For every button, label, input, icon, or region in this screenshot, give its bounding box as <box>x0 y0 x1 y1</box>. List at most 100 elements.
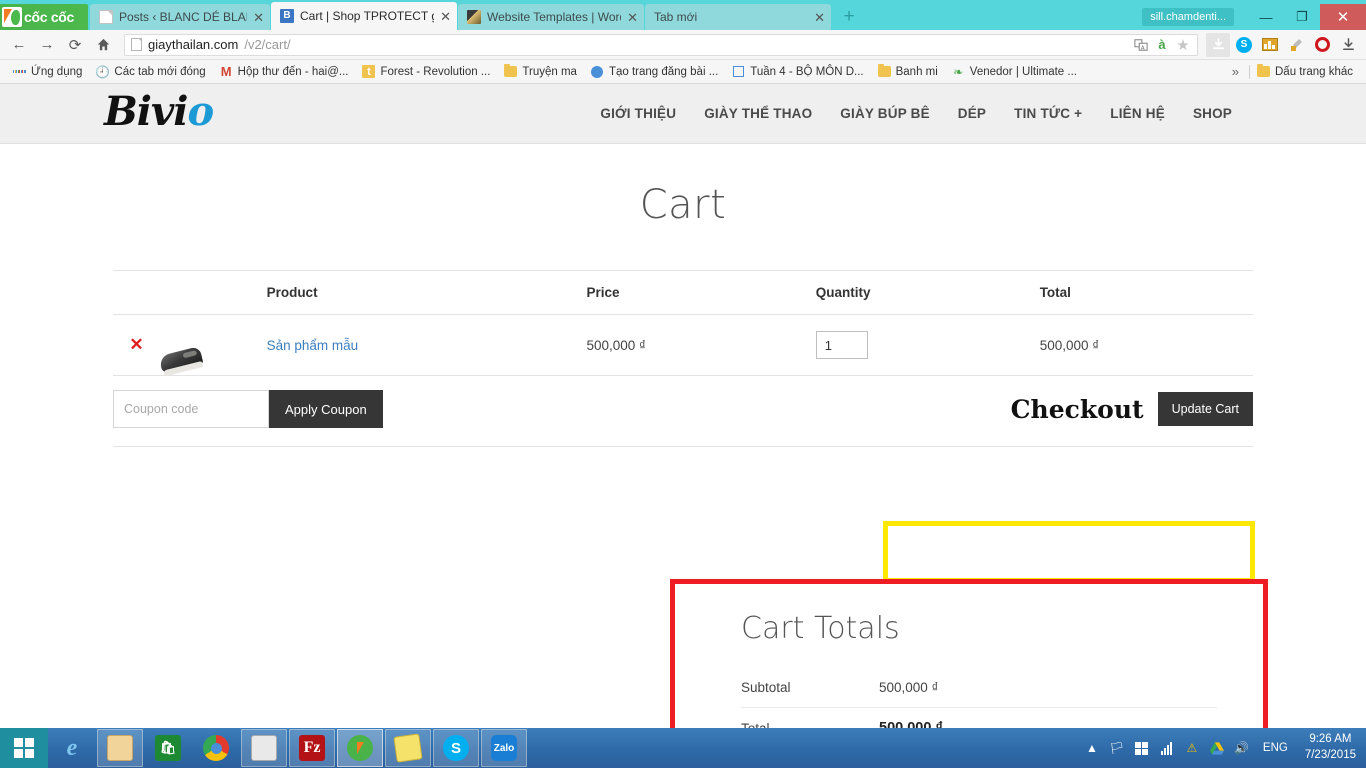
forward-icon[interactable]: → <box>34 32 60 58</box>
browser-tab-3[interactable]: Website Templates | Word ✕ <box>458 4 644 30</box>
bookmark-tuan4[interactable]: Tuần 4 - BỘ MÔN D... <box>725 65 870 78</box>
close-icon[interactable]: ✕ <box>253 11 264 24</box>
back-icon[interactable]: ← <box>6 32 32 58</box>
bookmark-gmail[interactable]: M Hộp thư đến - hai@... <box>213 64 356 79</box>
windows-flag-icon[interactable] <box>1134 740 1150 756</box>
total-value: 500,000 ₫ <box>879 720 943 728</box>
taskbar-chrome-window[interactable] <box>241 729 287 767</box>
translate-icon[interactable]: A <box>1133 37 1149 53</box>
page-info-icon[interactable] <box>131 38 142 51</box>
bookmark-venedor[interactable]: ❧ Venedor | Ultimate ... <box>945 65 1084 79</box>
taskbar-internet-explorer[interactable]: e <box>49 729 95 767</box>
bookmark-label: Tuần 4 - BỘ MÔN D... <box>750 65 864 78</box>
restore-button[interactable]: ❐ <box>1284 4 1320 30</box>
nav-item-lien-he[interactable]: LIÊN HỆ <box>1110 106 1165 121</box>
bookmark-tao-trang[interactable]: Tạo trang đăng bài ... <box>584 65 725 78</box>
download-icon[interactable] <box>1336 33 1360 57</box>
eyedropper-icon[interactable] <box>1284 33 1308 57</box>
volume-icon[interactable]: 🔊 <box>1234 740 1250 756</box>
close-icon[interactable]: ✕ <box>440 10 451 23</box>
taskbar-skype[interactable]: S <box>433 729 479 767</box>
nav-item-gioi-thieu[interactable]: GIỚI THIỆU <box>600 106 676 121</box>
cell-product: Sản phẩm mẫu <box>266 314 587 376</box>
site-logo[interactable]: Bivio <box>104 88 214 135</box>
quantity-input[interactable] <box>815 331 868 359</box>
browser-tab-4[interactable]: Tab mới ✕ <box>645 4 831 30</box>
nav-item-shop[interactable]: SHOP <box>1193 106 1232 121</box>
update-cart-button[interactable]: Update Cart <box>1157 392 1253 426</box>
coupon-code-input[interactable] <box>113 390 269 428</box>
skype-icon[interactable]: S <box>1232 33 1256 57</box>
windows-store-icon: 🛍 <box>155 735 181 761</box>
logo-text: Bivi <box>104 88 188 135</box>
total-row: Total 500,000 ₫ <box>741 708 1217 728</box>
bookmark-forest[interactable]: t Forest - Revolution ... <box>355 65 497 78</box>
stop-block-icon[interactable] <box>1310 33 1334 57</box>
taskbar-google-chrome[interactable] <box>193 729 239 767</box>
account-chip[interactable]: sill.chamdenti... <box>1142 8 1234 26</box>
bookmark-banh-mi[interactable]: Banh mi <box>871 64 945 78</box>
reload-icon[interactable]: ⟳ <box>62 32 88 58</box>
bookmark-recent-tabs[interactable]: 🕘 Các tab mới đóng <box>89 64 212 79</box>
cart-actions-row: Apply Coupon Checkout Update Cart <box>113 375 1253 447</box>
zalo-icon: Zalo <box>491 735 517 761</box>
windows-taskbar: e 🛍 Fz S Zalo ▲ 🏳 ⚠ 🔊 ENG 9:26 AM 7/23/2… <box>0 728 1366 768</box>
bookmark-truyen-ma[interactable]: Truyện ma <box>497 64 584 78</box>
google-drive-icon[interactable] <box>1209 740 1225 756</box>
action-center-icon[interactable]: 🏳 <box>1109 740 1125 756</box>
bookmarks-bar: Ứng dụng 🕘 Các tab mới đóng M Hộp thư đế… <box>0 60 1366 84</box>
bookmark-other[interactable]: Dấu trang khác <box>1250 64 1360 78</box>
cell-total: 500,000 ₫ <box>1039 314 1253 376</box>
apply-coupon-button[interactable]: Apply Coupon <box>269 390 383 428</box>
taskbar-sticky-notes[interactable] <box>385 729 431 767</box>
table-header-row: Product Price Quantity Total <box>113 270 1253 315</box>
browser-window: cốc cốc Posts ‹ BLANC DÉ BLANC \ ✕ B Car… <box>0 0 1366 728</box>
site-nav: GIỚI THIỆU GIÀY THỂ THAO GIÀY BÚP BÊ DÉP… <box>600 106 1342 121</box>
apps-grid-icon <box>12 65 27 78</box>
col-header-total: Total <box>1039 270 1253 315</box>
table-row: ✕ Sản phẩm mẫu 500,000 ₫ 500,000 ₫ <box>113 314 1253 376</box>
taskbar-zalo[interactable]: Zalo <box>481 729 527 767</box>
bookmark-apps[interactable]: Ứng dụng <box>6 65 89 78</box>
bookmarks-overflow-button[interactable]: » <box>1222 64 1249 79</box>
tab-strip: cốc cốc Posts ‹ BLANC DÉ BLANC \ ✕ B Car… <box>0 0 1366 30</box>
taskbar-file-explorer[interactable] <box>97 729 143 767</box>
network-signal-icon[interactable] <box>1159 740 1175 756</box>
download-page-icon[interactable] <box>1206 32 1230 57</box>
coccoc-brand-button[interactable]: cốc cốc <box>0 4 88 30</box>
nav-item-tin-tuc[interactable]: TIN TỨC + <box>1014 106 1082 121</box>
yellow-highlight-box <box>883 521 1255 583</box>
history-icon: 🕘 <box>95 64 111 79</box>
window-controls: sill.chamdenti... — ❐ ✕ <box>1142 4 1366 30</box>
col-header-quantity: Quantity <box>815 270 1040 315</box>
adblock-bar-icon[interactable] <box>1258 33 1282 57</box>
browser-tab-2[interactable]: B Cart | Shop TPROTECT giày ✕ <box>271 2 457 30</box>
logo-accent: o <box>187 88 214 135</box>
nav-item-dep[interactable]: DÉP <box>958 106 986 121</box>
tray-overflow-button[interactable]: ▲ <box>1084 740 1100 756</box>
new-tab-button[interactable]: + <box>836 5 862 29</box>
address-bar[interactable]: giaythailan.com/v2/cart/ A à ★ <box>124 33 1198 56</box>
product-link[interactable]: Sản phẩm mẫu <box>267 338 359 353</box>
remove-item-icon[interactable]: ✕ <box>129 335 143 354</box>
home-icon[interactable] <box>90 32 116 58</box>
total-label: Total <box>741 720 770 729</box>
clock[interactable]: 9:26 AM 7/23/2015 <box>1301 732 1356 763</box>
start-button[interactable] <box>0 728 48 768</box>
taskbar-coccoc-browser[interactable] <box>337 729 383 767</box>
bookmark-star-icon[interactable]: ★ <box>1175 37 1191 54</box>
taskbar-filezilla[interactable]: Fz <box>289 729 335 767</box>
bookmark-label: Venedor | Ultimate ... <box>969 65 1077 78</box>
file-explorer-icon <box>107 735 133 761</box>
taskbar-windows-store[interactable]: 🛍 <box>145 729 191 767</box>
vietnamese-input-icon[interactable]: à <box>1154 37 1170 53</box>
nav-item-giay-the-thao[interactable]: GIÀY THỂ THAO <box>704 106 812 121</box>
close-icon[interactable]: ✕ <box>627 11 638 24</box>
minimize-button[interactable]: — <box>1248 4 1284 30</box>
close-window-button[interactable]: ✕ <box>1320 4 1366 30</box>
close-icon[interactable]: ✕ <box>814 11 825 24</box>
nav-item-giay-bup-be[interactable]: GIÀY BÚP BÊ <box>840 106 929 121</box>
language-indicator[interactable]: ENG <box>1259 742 1292 754</box>
antivirus-warning-icon[interactable]: ⚠ <box>1184 740 1200 756</box>
browser-tab-1[interactable]: Posts ‹ BLANC DÉ BLANC \ ✕ <box>90 4 270 30</box>
